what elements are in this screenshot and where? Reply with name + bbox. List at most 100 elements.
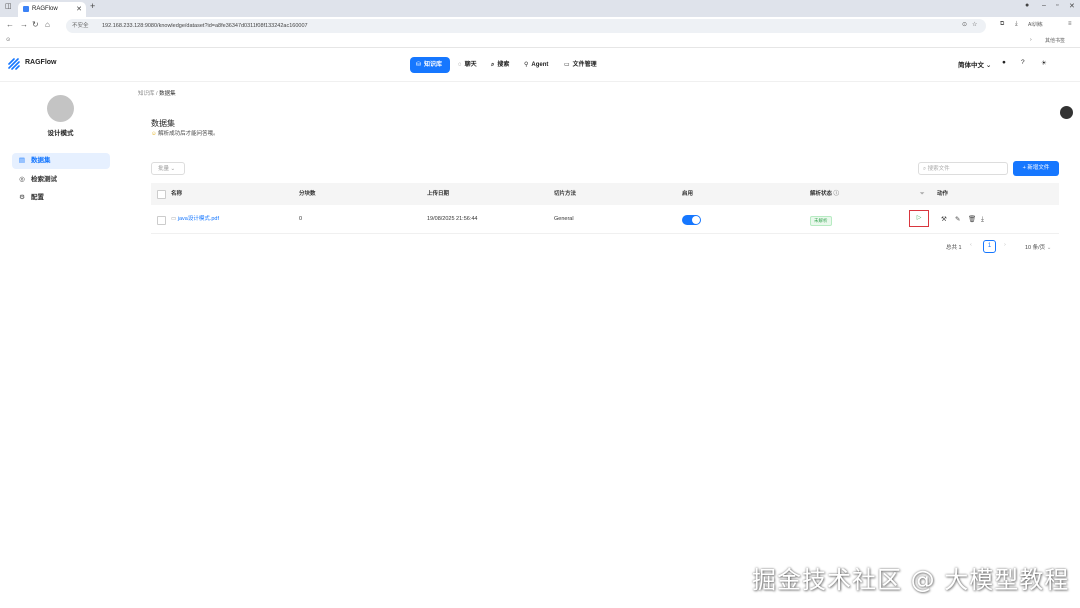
- url-text[interactable]: 192.168.233.128:9080/knowledge/dataset?i…: [102, 19, 308, 33]
- search-input[interactable]: ⌕ 搜索文件: [918, 162, 1008, 175]
- ragflow-logo-icon: [8, 58, 20, 70]
- nav-label: Agent: [531, 62, 549, 68]
- sidebar-item-label: 配置: [31, 194, 44, 201]
- downloads-icon[interactable]: ⤓: [1015, 21, 1018, 28]
- column-header-parse-status[interactable]: 解析状态 ⓘ: [810, 183, 839, 205]
- pdf-icon: ▭: [171, 216, 177, 222]
- gear-icon: ⚙: [19, 194, 25, 201]
- sidebar-item-dataset[interactable]: ▤ 数据集: [12, 153, 110, 169]
- bookmarks-chevron-icon[interactable]: ›: [1030, 37, 1032, 43]
- rename-pencil-icon[interactable]: ✎: [955, 206, 960, 233]
- prev-page-icon[interactable]: ‹: [970, 242, 972, 248]
- extensions-icon[interactable]: ⧉: [1000, 21, 1004, 28]
- next-page-icon[interactable]: ›: [1004, 242, 1006, 248]
- watermark: 掘金技术社区 @ 大模型教程: [752, 566, 1070, 594]
- enable-toggle[interactable]: [682, 215, 701, 225]
- github-icon[interactable]: ●: [1002, 59, 1006, 66]
- sidebar-item-retrieval-test[interactable]: ◎ 检索测试: [12, 172, 110, 188]
- tab-title: RAGFlow: [32, 6, 58, 12]
- page-title: 数据集: [151, 119, 175, 128]
- folder-icon: ▭: [564, 62, 570, 68]
- bulk-label: 批量: [158, 166, 170, 172]
- minimize-icon[interactable]: –: [1042, 2, 1046, 9]
- sidebar-item-label: 数据集: [31, 157, 51, 164]
- chat-icon: ◌: [458, 62, 462, 68]
- file-name-link[interactable]: ▭ java设计模式.pdf: [171, 206, 219, 233]
- chunk-method[interactable]: General: [554, 206, 574, 233]
- help-icon[interactable]: ?: [1021, 59, 1025, 66]
- tab-actions-icon[interactable]: ◫: [5, 2, 12, 10]
- forward-icon[interactable]: →: [20, 20, 28, 29]
- search-icon: ⌕: [923, 166, 927, 172]
- sidebar-item-config[interactable]: ⚙ 配置: [12, 190, 110, 206]
- dataset-name: 设计模式: [47, 130, 74, 137]
- home-icon[interactable]: ⌂: [45, 20, 50, 29]
- page-size-label: 10 条/页: [1025, 245, 1046, 251]
- star-icon[interactable]: ☆: [972, 21, 977, 28]
- subtitle-text: 解析成功后才能问答哦。: [158, 131, 219, 137]
- breadcrumb-current: 数据集: [159, 91, 176, 97]
- page-number-current[interactable]: 1: [983, 240, 996, 253]
- ragflow-favicon-icon: [23, 6, 29, 12]
- user-avatar[interactable]: [1060, 106, 1073, 119]
- smile-icon: ☺: [151, 131, 157, 137]
- profile-circle-icon[interactable]: ●: [1025, 2, 1029, 9]
- address-bar[interactable]: 不安全 192.168.233.128:9080/knowledge/datas…: [66, 19, 986, 33]
- nav-label: 聊天: [464, 62, 477, 68]
- location-icon[interactable]: ⊙: [962, 21, 967, 28]
- close-window-icon[interactable]: ✕: [1069, 2, 1075, 10]
- browser-tab[interactable]: RAGFlow ✕: [18, 2, 86, 17]
- apps-icon[interactable]: ⊙: [6, 37, 10, 43]
- reload-icon[interactable]: ↻: [32, 20, 39, 29]
- status-badge: 未解析: [810, 216, 832, 226]
- other-bookmarks[interactable]: 其他书签: [1045, 37, 1065, 44]
- column-header-chunks[interactable]: 分块数: [299, 183, 316, 205]
- brand-name: RAGFlow: [25, 59, 57, 66]
- add-file-button[interactable]: + 新增文件: [1013, 161, 1059, 176]
- column-header-enabled[interactable]: 启用: [682, 183, 693, 205]
- database-icon: ⛁: [416, 62, 422, 68]
- bulk-action-button[interactable]: 批量 ⌄: [151, 162, 185, 175]
- nav-tab-chat[interactable]: ◌ 聊天: [452, 57, 482, 73]
- theme-sun-icon[interactable]: ☀: [1041, 59, 1047, 67]
- back-icon[interactable]: ←: [6, 20, 14, 29]
- chevron-down-icon: ⌄: [1046, 245, 1052, 251]
- search-placeholder: 搜索文件: [927, 166, 950, 172]
- nav-tab-agent[interactable]: ⚲ Agent: [518, 57, 554, 73]
- new-tab-icon[interactable]: +: [90, 1, 95, 11]
- parse-status-label: 解析状态: [810, 191, 833, 197]
- delete-trash-icon[interactable]: 🗑: [968, 206, 976, 233]
- info-icon: ⓘ: [833, 191, 840, 197]
- close-tab-icon[interactable]: ✕: [76, 2, 82, 17]
- pagination-total: 总共 1: [946, 245, 962, 251]
- nav-tab-files[interactable]: ▭ 文件管理: [558, 57, 602, 73]
- page-size-select[interactable]: 10 条/页 ⌄: [1025, 243, 1051, 251]
- column-header-upload-date[interactable]: 上传日期: [427, 183, 449, 205]
- search-icon: ⌕: [491, 62, 495, 68]
- menu-icon[interactable]: ≡: [1068, 21, 1072, 27]
- breadcrumb: 知识库 / 数据集: [138, 91, 176, 97]
- profile-label[interactable]: AI训练: [1028, 21, 1043, 28]
- language-select[interactable]: 简体中文 ⌄: [958, 59, 991, 69]
- download-icon[interactable]: ⤓: [981, 206, 984, 233]
- settings-wrench-icon[interactable]: ⚒: [941, 206, 947, 233]
- play-icon: ▷: [916, 215, 922, 221]
- page-subtitle: ☺ 解析成功后才能问答哦。: [151, 129, 219, 137]
- language-label: 简体中文: [958, 62, 984, 69]
- address-row: ← → ↻ ⌂ 不安全 192.168.233.128:9080/knowled…: [0, 17, 1080, 35]
- run-parse-button[interactable]: ▷: [909, 210, 929, 227]
- chevron-down-icon: ⌄: [985, 62, 992, 69]
- nav-label: 搜索: [497, 62, 510, 68]
- breadcrumb-parent[interactable]: 知识库: [138, 91, 155, 97]
- filter-icon[interactable]: ⏷: [920, 183, 924, 205]
- row-checkbox[interactable]: [157, 216, 166, 225]
- column-header-chunk-method[interactable]: 切片方法: [554, 183, 576, 205]
- maximize-icon[interactable]: ▫: [1056, 2, 1058, 9]
- select-all-checkbox[interactable]: [157, 190, 166, 199]
- security-label[interactable]: 不安全: [72, 19, 89, 33]
- column-header-name[interactable]: 名称: [171, 183, 182, 205]
- nav-tab-search[interactable]: ⌕ 搜索: [485, 57, 515, 73]
- nav-tab-knowledge[interactable]: ⛁ 知识库: [410, 57, 450, 73]
- nav-label: 知识库: [424, 62, 443, 68]
- bookmarks-bar: ⊙ › 其他书签: [0, 35, 1080, 48]
